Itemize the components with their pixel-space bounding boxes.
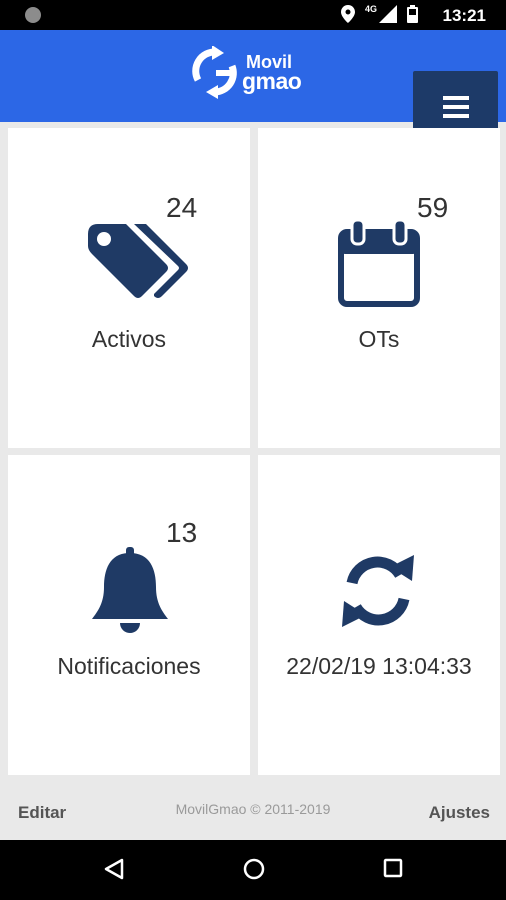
signal-icon — [379, 5, 397, 23]
clock: 13:21 — [442, 6, 486, 25]
sync-icon — [342, 555, 414, 627]
notificaciones-count: 13 — [166, 517, 198, 548]
logo: Movil gmao — [190, 46, 320, 106]
ots-count: 59 — [417, 192, 449, 223]
location-icon — [340, 5, 355, 23]
ots-label: OTs — [358, 326, 400, 352]
android-nav-bar — [0, 840, 506, 900]
tile-notificaciones[interactable]: 13 Notificaciones — [8, 455, 250, 775]
tags-icon — [88, 224, 188, 298]
activos-count: 24 — [166, 192, 198, 223]
footer: Editar MovilGmao © 2011-2019 Ajustes — [0, 775, 506, 840]
notificaciones-label: Notificaciones — [57, 653, 201, 679]
home-icon[interactable] — [243, 858, 265, 880]
bell-icon — [92, 547, 168, 633]
hamburger-menu-icon — [442, 95, 469, 118]
back-icon[interactable] — [104, 858, 124, 880]
notification-dot-icon — [25, 7, 41, 23]
tile-ots[interactable]: 59 OTs — [258, 128, 500, 448]
last-sync-timestamp: 22/02/19 13:04:33 — [286, 653, 472, 679]
logo-text-gmao: gmao — [242, 68, 302, 94]
status-icons: 4G — [340, 4, 418, 23]
network-type: 4G — [364, 4, 377, 14]
tile-activos[interactable]: 24 Activos — [8, 128, 250, 448]
recents-icon[interactable] — [383, 858, 403, 878]
status-bar: 4G 13:21 — [0, 0, 506, 30]
app-bar: Movil gmao — [0, 30, 506, 142]
settings-button[interactable]: Ajustes — [429, 803, 490, 823]
battery-icon — [407, 5, 418, 23]
activos-label: Activos — [91, 326, 167, 352]
logo-sync-icon — [192, 46, 237, 99]
tile-sync[interactable]: 22/02/19 13:04:33 — [258, 455, 500, 775]
calendar-icon — [338, 220, 420, 307]
